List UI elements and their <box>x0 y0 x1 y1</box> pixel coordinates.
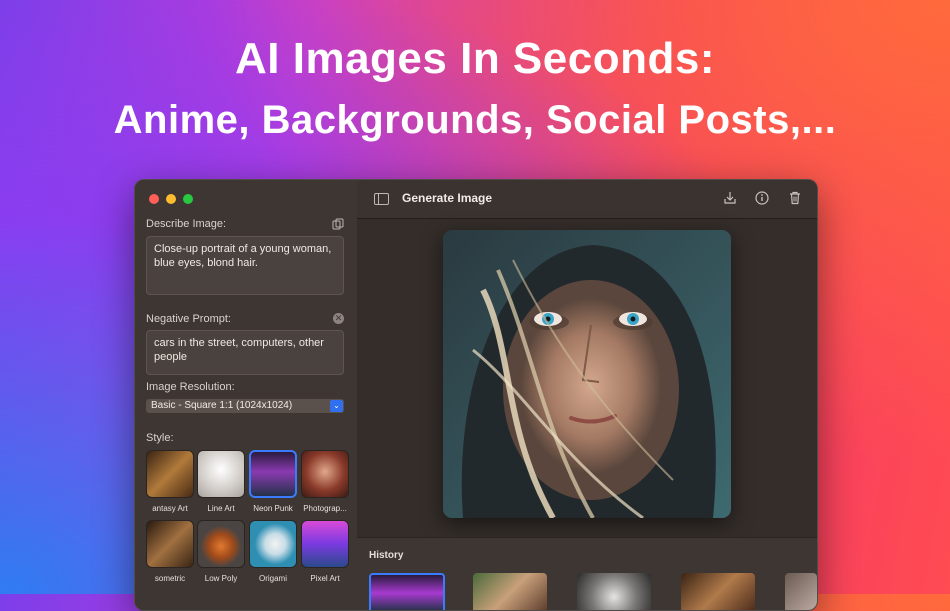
history-panel: History <box>357 537 817 610</box>
style-label-text: antasy Art <box>152 504 188 513</box>
headline-line-2: Anime, Backgrounds, Social Posts,... <box>113 98 837 142</box>
style-thumbnail <box>197 450 245 498</box>
style-option-fantasy-art[interactable]: antasy Art <box>146 450 194 513</box>
history-thumbnail[interactable] <box>473 573 547 610</box>
style-thumbnail <box>146 450 194 498</box>
toolbar: Generate Image <box>357 180 817 219</box>
image-resolution-label: Image Resolution: <box>146 381 235 393</box>
copy-icon[interactable] <box>332 218 344 230</box>
generated-image[interactable] <box>443 230 731 518</box>
portrait-illustration <box>443 230 731 518</box>
sidebar: Describe Image: Close-up portrait of a y… <box>135 180 358 610</box>
style-label-text: Line Art <box>207 504 235 513</box>
headline-line-1: AI Images In Seconds: <box>235 34 715 83</box>
page-title: Generate Image <box>402 191 493 205</box>
style-option-origami[interactable]: Origami <box>249 520 297 583</box>
history-thumbnail[interactable] <box>785 573 817 610</box>
style-thumbnail <box>197 520 245 568</box>
style-option-neon-punk[interactable]: Neon Punk <box>249 450 297 513</box>
negative-prompt-input[interactable]: cars in the street, computers, other peo… <box>146 330 344 375</box>
download-icon[interactable] <box>722 190 738 206</box>
style-option-low-poly[interactable]: Low Poly <box>197 520 245 583</box>
describe-image-label: Describe Image: <box>146 218 227 230</box>
app-window: Describe Image: Close-up portrait of a y… <box>134 179 818 611</box>
minimize-window-button[interactable] <box>166 194 176 204</box>
history-label: History <box>369 550 404 561</box>
style-thumbnail <box>249 520 297 568</box>
style-label-text: Origami <box>258 574 287 583</box>
history-thumbnail[interactable] <box>681 573 755 610</box>
clear-icon[interactable]: ✕ <box>333 313 344 324</box>
image-canvas <box>357 219 817 537</box>
info-icon[interactable] <box>754 190 770 206</box>
style-thumbnail <box>301 450 349 498</box>
negative-prompt-label: Negative Prompt: <box>146 313 231 325</box>
describe-image-input[interactable]: Close-up portrait of a young woman, blue… <box>146 236 344 295</box>
style-option-line-art[interactable]: Line Art <box>197 450 245 513</box>
style-label-text: Neon Punk <box>253 504 293 513</box>
style-label-text: Photograp... <box>303 504 347 513</box>
style-option-photographic[interactable]: Photograp... <box>301 450 349 513</box>
style-label-text: sometric <box>154 574 186 583</box>
style-thumbnail <box>146 520 194 568</box>
chevron-down-icon: ⌄ <box>330 400 343 412</box>
style-thumbnail <box>301 520 349 568</box>
style-grid: antasy Art Line Art Neon Punk Photograp.… <box>146 450 356 610</box>
style-thumbnail <box>249 450 297 498</box>
style-label: Style: <box>146 432 174 444</box>
window-controls <box>149 194 193 204</box>
trash-icon[interactable] <box>787 190 803 206</box>
style-label-text: Low Poly <box>204 574 238 583</box>
history-thumbnail[interactable] <box>577 573 651 610</box>
zoom-window-button[interactable] <box>183 194 193 204</box>
style-label-text: Pixel Art <box>310 574 340 583</box>
style-option-pixel-art[interactable]: Pixel Art <box>301 520 349 583</box>
close-window-button[interactable] <box>149 194 159 204</box>
resolution-select[interactable]: Basic - Square 1:1 (1024x1024) ⌄ <box>146 399 344 413</box>
sidebar-toggle-icon[interactable] <box>374 193 389 205</box>
history-thumbnail[interactable] <box>369 573 445 610</box>
style-option-isometric[interactable]: sometric <box>146 520 194 583</box>
resolution-select-value: Basic - Square 1:1 (1024x1024) <box>151 400 293 411</box>
